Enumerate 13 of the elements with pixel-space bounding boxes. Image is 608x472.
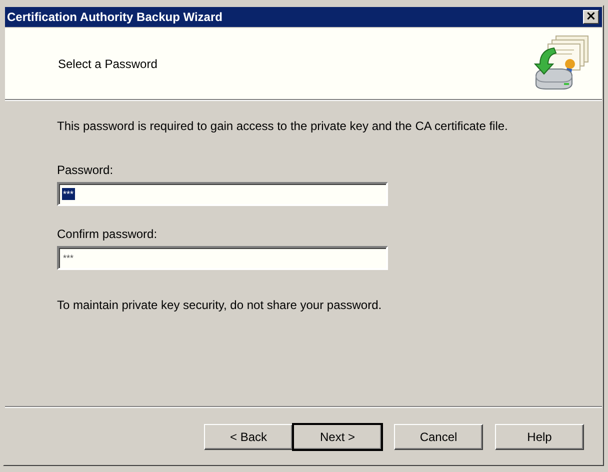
close-button[interactable]: × (583, 10, 599, 24)
window-title: Certification Authority Backup Wizard (7, 10, 222, 24)
wizard-button[interactable]: Cancel (394, 424, 483, 450)
instruction-text: This password is required to gain access to the private key and the CA certificate file. (57, 119, 509, 133)
password-field[interactable]: *** (57, 246, 388, 270)
wizard-button[interactable]: Help (495, 424, 584, 450)
field-label: Password: (57, 163, 114, 177)
field-label: Confirm password: (57, 227, 158, 241)
password-field[interactable]: *** (57, 182, 388, 206)
page-title: Select a Password (58, 56, 158, 70)
wizard-button[interactable]: < Back (204, 424, 293, 450)
security-note: To maintain private key security, do not share your password. (57, 298, 383, 312)
wizard-button[interactable]: Next > (293, 424, 382, 450)
